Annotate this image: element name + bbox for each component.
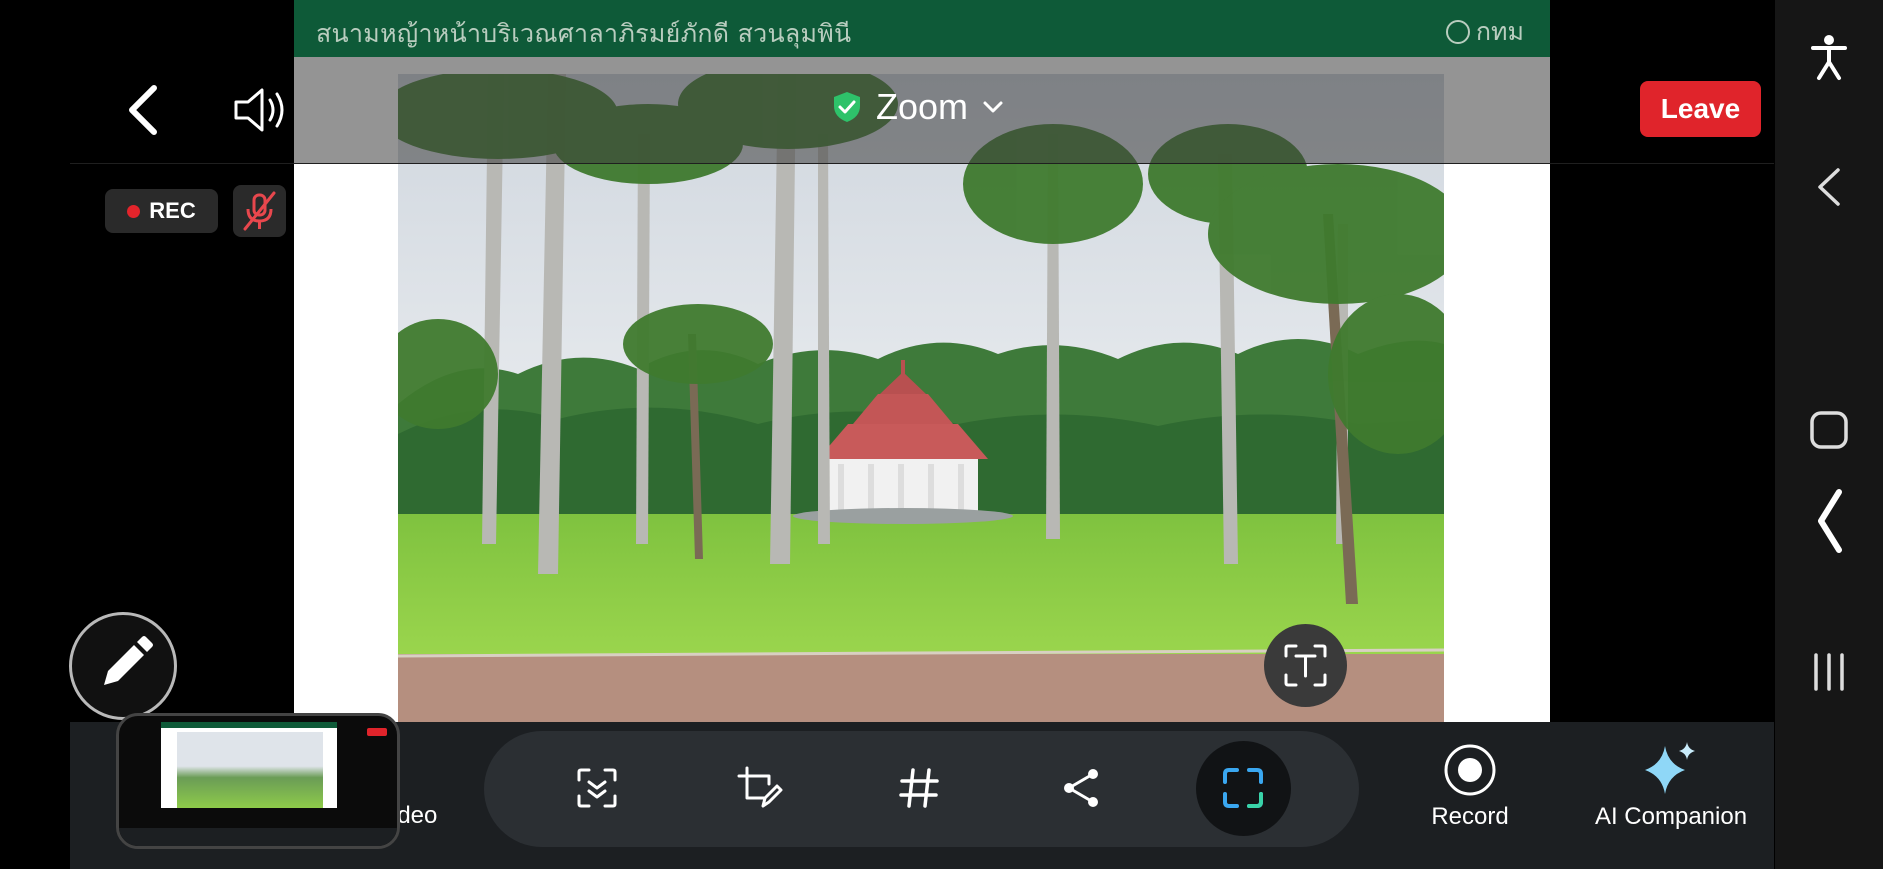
bma-logo-icon <box>1445 20 1470 44</box>
thumbnail-shared-screen <box>161 722 337 808</box>
rec-dot-icon <box>127 204 141 218</box>
back-button[interactable] <box>122 80 166 140</box>
system-navigation <box>1775 0 1883 869</box>
screenshot-thumbnail[interactable] <box>116 713 400 849</box>
scan-icon <box>577 768 617 808</box>
nav-home-button[interactable] <box>1775 410 1883 450</box>
rec-label: REC <box>149 198 196 223</box>
record-icon <box>1444 744 1496 796</box>
mic-muted-icon <box>243 191 276 231</box>
recording-indicator[interactable]: REC <box>105 189 218 233</box>
record-label: Record <box>1431 803 1509 830</box>
text-recognition-button[interactable] <box>1264 624 1347 707</box>
shield-check-icon <box>834 92 860 122</box>
banner-title: สนามหญ้าหน้าบริเวณศาลาภิรมย์ภักดี สวนลุม… <box>316 19 852 48</box>
share-button[interactable] <box>1049 756 1113 820</box>
thumbnail-leave <box>367 728 387 736</box>
pen-icon <box>104 636 153 685</box>
annotate-pen-button[interactable] <box>69 612 177 720</box>
accessibility-icon <box>1811 35 1847 80</box>
edge-panel-handle[interactable] <box>1775 488 1883 554</box>
edge-handle-icon <box>1818 489 1842 553</box>
share-banner: สนามหญ้าหน้าบริเวณศาลาภิรมย์ภักดี สวนลุม… <box>294 0 1550 57</box>
fullscreen-icon <box>1223 768 1263 808</box>
speaker-button[interactable] <box>232 84 290 136</box>
share-icon <box>1064 769 1098 807</box>
banner-logo: กทม <box>1445 12 1524 52</box>
meeting-title-dropdown[interactable]: Zoom <box>832 86 1004 128</box>
recents-icon <box>1814 653 1844 691</box>
smart-select-button[interactable] <box>565 756 629 820</box>
nav-recents-button[interactable] <box>1775 652 1883 692</box>
thumbnail-banner <box>161 722 337 728</box>
speaker-icon <box>234 88 284 132</box>
nav-back-button[interactable] <box>1775 166 1883 208</box>
ai-companion-button[interactable]: AI Companion <box>1590 740 1752 831</box>
fullscreen-capture-button[interactable] <box>1211 756 1275 820</box>
accessibility-button[interactable] <box>1775 34 1883 82</box>
thumbnail-toolbar <box>119 828 397 846</box>
leave-button[interactable]: Leave <box>1640 81 1761 137</box>
home-icon <box>1810 411 1848 449</box>
nav-back-icon <box>1818 168 1840 206</box>
meeting-title: Zoom <box>876 86 969 127</box>
back-arrow-icon <box>129 85 157 135</box>
thumbnail-image <box>177 732 323 808</box>
record-button[interactable]: Record <box>1420 742 1520 831</box>
tag-button[interactable] <box>887 756 951 820</box>
top-divider <box>70 163 1774 164</box>
banner-logo-text: กทม <box>1475 17 1524 46</box>
hash-icon <box>899 768 939 808</box>
ai-companion-label: AI Companion <box>1594 803 1748 830</box>
chevron-down-icon <box>983 101 1003 113</box>
sparkle-icon <box>1645 742 1695 794</box>
crop-edit-button[interactable] <box>727 756 791 820</box>
edit-crop-icon <box>737 766 783 808</box>
mic-muted-indicator[interactable] <box>233 185 286 237</box>
text-ocr-icon <box>1284 644 1327 687</box>
